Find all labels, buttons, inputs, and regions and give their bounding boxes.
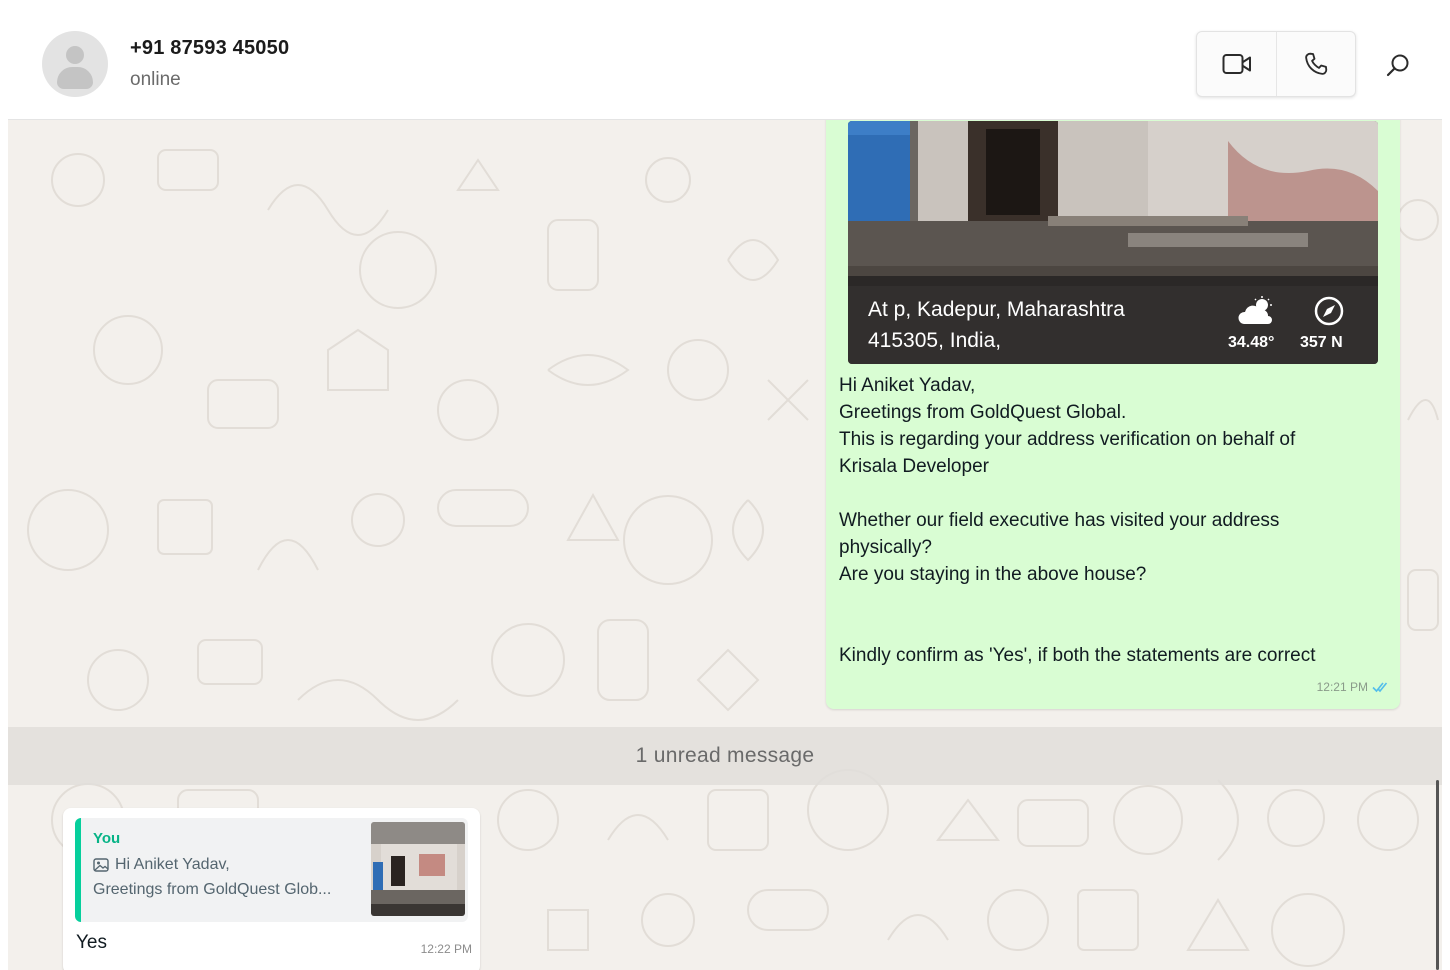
message-line: This is regarding your address verificat… — [839, 429, 1296, 450]
message-line: Whether our field executive has visited … — [839, 510, 1280, 531]
quote-line-1-text: Hi Aniket Yadav, — [115, 856, 230, 873]
outgoing-message-time: 12:21 PM — [1316, 680, 1368, 694]
search-icon — [1386, 54, 1409, 77]
message-line — [839, 588, 1384, 615]
compass-icon — [1314, 296, 1344, 326]
chat-scrollbar[interactable] — [1436, 780, 1439, 970]
double-check-read-icon — [1372, 682, 1388, 693]
quote-text-line-1: Hi Aniket Yadav, — [93, 856, 230, 874]
outgoing-message-bubble[interactable]: At p, Kadepur, Maharashtra 415305, India… — [826, 120, 1400, 709]
quote-thumbnail — [371, 822, 465, 916]
chat-message-area[interactable]: At p, Kadepur, Maharashtra 415305, India… — [8, 120, 1442, 970]
message-line — [839, 480, 1384, 507]
contact-status: online — [130, 69, 181, 90]
whatsapp-chat-window: +91 87593 45050 online At p, Kadepur, Ma… — [8, 9, 1442, 970]
photo-temperature: 34.48° — [1228, 334, 1275, 351]
quoted-message[interactable]: You Hi Aniket Yadav, Greetings from Gold… — [75, 818, 468, 922]
voice-call-button[interactable] — [1276, 32, 1355, 96]
partly-cloudy-icon — [1238, 296, 1272, 324]
message-line: Greetings from GoldQuest Global. — [839, 402, 1127, 423]
voice-call-icon — [1304, 52, 1327, 75]
search-button[interactable] — [1380, 47, 1416, 83]
house-thumbnail-image — [371, 822, 465, 916]
incoming-message-text: Yes — [76, 932, 107, 953]
message-line: Kindly confirm as 'Yes', if both the sta… — [839, 645, 1316, 666]
video-call-icon — [1222, 54, 1251, 74]
quote-text-line-2: Greetings from GoldQuest Glob... — [93, 881, 332, 898]
outgoing-message-text: Hi Aniket Yadav, Greetings from GoldQues… — [839, 372, 1384, 669]
message-line — [839, 615, 1384, 642]
photo-address-line-1: At p, Kadepur, Maharashtra — [868, 298, 1125, 321]
message-line: Krisala Developer — [839, 456, 989, 477]
outgoing-message-meta: 12:21 PM — [1317, 680, 1390, 694]
incoming-message-time: 12:22 PM — [420, 942, 472, 956]
unread-messages-divider: 1 unread message — [8, 727, 1442, 785]
avatar-body-shape — [57, 67, 93, 89]
default-avatar-icon[interactable] — [42, 31, 108, 97]
call-buttons-group — [1196, 31, 1356, 97]
video-call-button[interactable] — [1197, 32, 1277, 96]
chat-header[interactable]: +91 87593 45050 online — [8, 9, 1442, 120]
quote-author: You — [93, 830, 121, 847]
contact-name[interactable]: +91 87593 45050 — [130, 37, 289, 60]
unread-messages-text: 1 unread message — [635, 744, 815, 767]
photo-location-overlay: At p, Kadepur, Maharashtra 415305, India… — [848, 276, 1378, 364]
geotagged-house-photo[interactable]: At p, Kadepur, Maharashtra 415305, India… — [848, 121, 1378, 364]
incoming-message-bubble[interactable]: You Hi Aniket Yadav, Greetings from Gold… — [63, 808, 480, 970]
photo-direction: 357 N — [1300, 334, 1343, 351]
message-line: Hi Aniket Yadav, — [839, 375, 976, 396]
avatar-head-shape — [66, 46, 84, 64]
photo-address-line-2: 415305, India, — [868, 329, 1002, 352]
message-line: physically? — [839, 537, 932, 558]
quote-accent-bar — [75, 818, 81, 922]
message-line: Are you staying in the above house? — [839, 564, 1147, 585]
image-icon — [93, 858, 109, 872]
